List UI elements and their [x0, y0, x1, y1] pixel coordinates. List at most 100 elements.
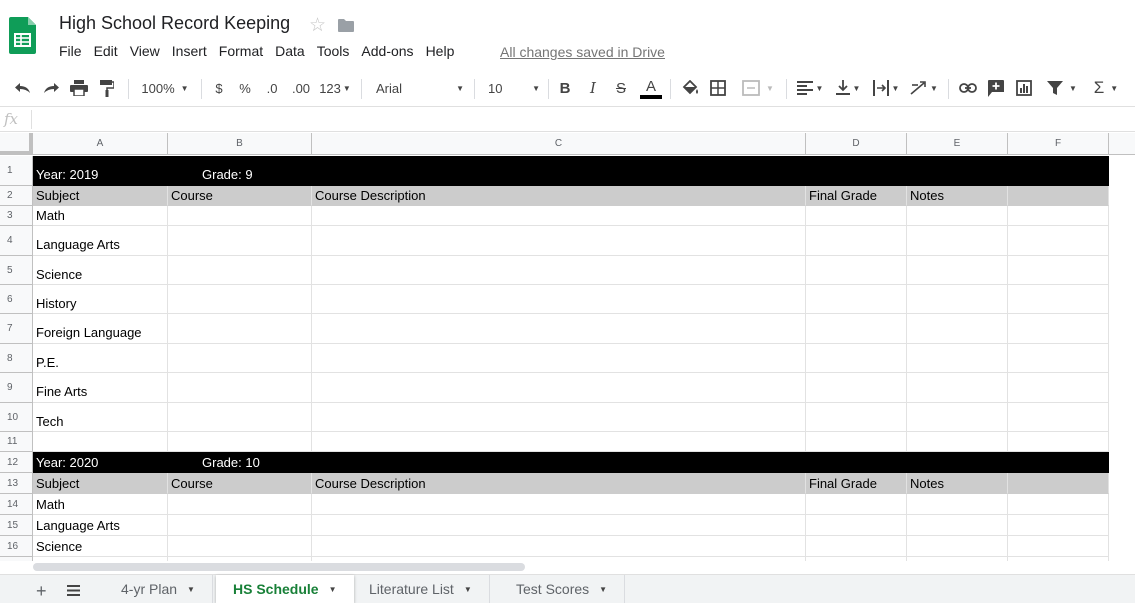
save-status-link[interactable]: All changes saved in Drive	[500, 44, 665, 60]
formula-input[interactable]	[36, 111, 1126, 129]
cell-c4[interactable]	[312, 226, 806, 256]
folder-icon[interactable]	[338, 19, 354, 32]
cell-d15[interactable]	[806, 515, 907, 536]
cell-b12[interactable]: Grade: 10	[168, 452, 312, 473]
cell-f7[interactable]	[1008, 314, 1109, 344]
horizontal-align-button[interactable]: ▼	[792, 70, 828, 106]
column-header-b[interactable]: B	[168, 133, 312, 155]
paint-format-button[interactable]	[94, 70, 120, 106]
cell-b3[interactable]	[168, 206, 312, 226]
text-rotation-button[interactable]: ▼	[906, 70, 942, 106]
cell-d14[interactable]	[806, 494, 907, 515]
cell-f3[interactable]	[1008, 206, 1109, 226]
cell-f16[interactable]	[1008, 536, 1109, 557]
row-header-16[interactable]: 16	[0, 536, 33, 557]
cell-d13[interactable]: Final Grade	[806, 473, 907, 494]
percent-format-button[interactable]: %	[234, 70, 256, 106]
cell-c3[interactable]	[312, 206, 806, 226]
row-header-14[interactable]: 14	[0, 494, 33, 515]
document-title[interactable]: High School Record Keeping	[59, 13, 290, 34]
cell-f14[interactable]	[1008, 494, 1109, 515]
cell-c11[interactable]	[312, 432, 806, 452]
font-size-select[interactable]: 10 ▼	[482, 70, 542, 106]
cell-c16[interactable]	[312, 536, 806, 557]
column-header-e[interactable]: E	[907, 133, 1008, 155]
chevron-down-icon[interactable]: ▼	[464, 585, 472, 594]
menu-insert[interactable]: Insert	[172, 43, 207, 59]
cell-b15[interactable]	[168, 515, 312, 536]
text-wrap-button[interactable]: ▼	[868, 70, 904, 106]
filter-button[interactable]: ▼	[1042, 70, 1082, 106]
cell-d16[interactable]	[806, 536, 907, 557]
sheets-logo-icon[interactable]	[9, 17, 36, 54]
cell-a16[interactable]: Science	[33, 536, 168, 557]
all-sheets-icon[interactable]	[67, 585, 80, 596]
cell-d8[interactable]	[806, 344, 907, 373]
cell-a14[interactable]: Math	[33, 494, 168, 515]
cell-a5[interactable]: Science	[33, 256, 168, 285]
row-header-9[interactable]: 9	[0, 373, 33, 403]
cell-a11[interactable]	[33, 432, 168, 452]
cell-f12[interactable]	[1008, 452, 1109, 473]
menu-tools[interactable]: Tools	[317, 43, 350, 59]
cell-c2[interactable]: Course Description	[312, 186, 806, 206]
cell-b9[interactable]	[168, 373, 312, 403]
row-header-2[interactable]: 2	[0, 186, 33, 206]
borders-button[interactable]	[706, 70, 730, 106]
cell-e10[interactable]	[907, 403, 1008, 432]
print-button[interactable]	[66, 70, 92, 106]
cell-d2[interactable]: Final Grade	[806, 186, 907, 206]
bold-button[interactable]: B	[554, 70, 576, 106]
cell-d7[interactable]	[806, 314, 907, 344]
cell-b6[interactable]	[168, 285, 312, 314]
cell-a3[interactable]: Math	[33, 206, 168, 226]
cell-d5[interactable]	[806, 256, 907, 285]
cell-a1[interactable]: Year: 2019	[33, 156, 168, 186]
cell-c7[interactable]	[312, 314, 806, 344]
menu-addons[interactable]: Add-ons	[361, 43, 413, 59]
decrease-decimal-button[interactable]: .0	[260, 70, 284, 106]
select-all-corner[interactable]	[0, 133, 33, 155]
cell-f6[interactable]	[1008, 285, 1109, 314]
cell-d10[interactable]	[806, 403, 907, 432]
cell-e5[interactable]	[907, 256, 1008, 285]
redo-button[interactable]	[38, 70, 64, 106]
cell-a17[interactable]	[33, 557, 168, 561]
cell-d1[interactable]	[806, 156, 907, 186]
fill-color-button[interactable]	[678, 70, 702, 106]
row-header-11[interactable]: 11	[0, 432, 33, 452]
cell-c6[interactable]	[312, 285, 806, 314]
cell-e13[interactable]: Notes	[907, 473, 1008, 494]
sheet-tab-hs-schedule[interactable]: HS Schedule ▼	[216, 575, 354, 603]
cell-d12[interactable]	[806, 452, 907, 473]
vertical-align-button[interactable]: ▼	[830, 70, 866, 106]
row-header-3[interactable]: 3	[0, 206, 33, 226]
cell-b13[interactable]: Course	[168, 473, 312, 494]
cell-c12[interactable]	[312, 452, 806, 473]
cell-f5[interactable]	[1008, 256, 1109, 285]
cell-d17[interactable]	[806, 557, 907, 561]
cell-a7[interactable]: Foreign Language	[33, 314, 168, 344]
cell-e2[interactable]: Notes	[907, 186, 1008, 206]
cell-e4[interactable]	[907, 226, 1008, 256]
sheet-tab-literature-list[interactable]: Literature List ▼	[352, 575, 490, 603]
column-header-d[interactable]: D	[806, 133, 907, 155]
insert-link-button[interactable]	[956, 70, 980, 106]
cell-b17[interactable]	[168, 557, 312, 561]
menu-edit[interactable]: Edit	[94, 43, 118, 59]
italic-button[interactable]: I	[582, 70, 604, 106]
cell-b14[interactable]	[168, 494, 312, 515]
sheet-tab-4-yr-plan[interactable]: 4-yr Plan ▼	[104, 575, 213, 603]
add-sheet-button[interactable]: +	[36, 581, 47, 602]
cell-b8[interactable]	[168, 344, 312, 373]
cell-c5[interactable]	[312, 256, 806, 285]
cell-b4[interactable]	[168, 226, 312, 256]
menu-file[interactable]: File	[59, 43, 82, 59]
cell-f15[interactable]	[1008, 515, 1109, 536]
cell-e11[interactable]	[907, 432, 1008, 452]
sheet-tab-test-scores[interactable]: Test Scores ▼	[499, 575, 626, 603]
cell-c8[interactable]	[312, 344, 806, 373]
cell-e3[interactable]	[907, 206, 1008, 226]
cell-e7[interactable]	[907, 314, 1008, 344]
row-header-15[interactable]: 15	[0, 515, 33, 536]
